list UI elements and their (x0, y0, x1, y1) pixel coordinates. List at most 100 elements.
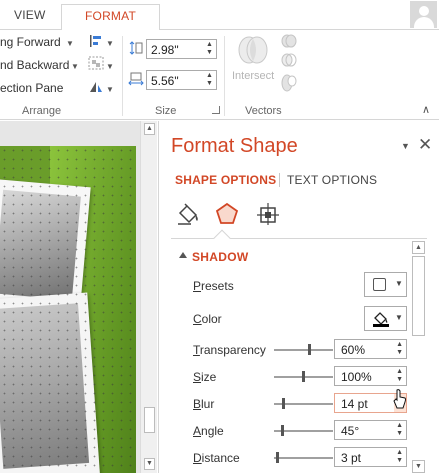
scroll-down-arrow[interactable]: ▼ (144, 458, 155, 470)
group-icon[interactable] (88, 56, 104, 70)
distance-label: Distance (193, 451, 240, 465)
group-divider (224, 36, 225, 116)
distance-slider[interactable] (274, 452, 333, 463)
size-down[interactable]: ▼ (396, 376, 403, 383)
angle-up[interactable]: ▲ (396, 422, 403, 429)
combine-icon[interactable] (280, 33, 298, 49)
angle-label-rest: ngle (201, 424, 224, 438)
close-icon[interactable]: ✕ (418, 135, 432, 155)
format-shape-pane: Format Shape ▼ ✕ SHAPE OPTIONS TEXT OPTI… (158, 121, 439, 473)
selection-pane-button[interactable]: ection Pane (0, 81, 63, 95)
size-slider[interactable] (274, 371, 333, 382)
transparency-down[interactable]: ▼ (396, 349, 403, 356)
angle-down[interactable]: ▼ (396, 430, 403, 437)
group-dropdown[interactable]: ▼ (106, 62, 114, 71)
rotate-dropdown[interactable]: ▼ (106, 85, 114, 94)
tab-format[interactable]: FORMAT (61, 4, 160, 31)
avatar-head-shape (419, 6, 429, 16)
size-value: 100% (341, 370, 372, 384)
shape-width-down[interactable]: ▼ (206, 80, 213, 87)
align-dropdown[interactable]: ▼ (106, 39, 114, 48)
blur-slider-thumb[interactable] (282, 398, 285, 409)
shape-width-field[interactable]: 5.56" ▲ ▼ (146, 70, 217, 90)
shape-height-value: 2.98" (151, 43, 179, 57)
blur-value: 14 pt (341, 397, 368, 411)
shape-width-up[interactable]: ▲ (206, 72, 213, 79)
size-up[interactable]: ▲ (396, 368, 403, 375)
distance-up[interactable]: ▲ (396, 449, 403, 456)
group-divider (122, 36, 123, 116)
presets-dropdown[interactable]: ▼ (364, 272, 407, 297)
shape-height-icon (129, 41, 143, 55)
tab-view[interactable]: VIEW (6, 4, 53, 30)
transparency-value: 60% (341, 343, 366, 357)
size-properties-icon[interactable] (255, 201, 281, 227)
shape-height-up[interactable]: ▲ (206, 41, 213, 48)
size-slider-thumb[interactable] (302, 371, 305, 382)
transparency-slider-thumb[interactable] (308, 344, 311, 355)
presets-label: Presets (193, 279, 234, 293)
rotate-icon[interactable] (88, 79, 104, 93)
bring-forward-button[interactable]: ng Forward (0, 35, 61, 49)
color-label-rest: olor (201, 312, 222, 326)
distance-access-key: D (193, 451, 202, 465)
vectors-group-label: Vectors (245, 105, 282, 117)
transparency-up[interactable]: ▲ (396, 341, 403, 348)
tab-text-options[interactable]: TEXT OPTIONS (287, 173, 377, 187)
transparency-access-key: T (193, 343, 200, 357)
pane-options-dropdown[interactable]: ▼ (401, 141, 410, 151)
color-access-key: C (193, 312, 202, 326)
transparency-label-rest: ransparency (199, 343, 266, 357)
distance-field[interactable]: 3 pt ▲ ▼ (334, 447, 407, 467)
transparency-slider[interactable] (274, 344, 333, 355)
distance-label-rest: istance (201, 451, 240, 465)
color-dropdown[interactable]: ▼ (364, 306, 407, 331)
size-access-key: S (193, 370, 202, 384)
pane-title: Format Shape (171, 135, 298, 157)
gridlines-overlay (0, 146, 136, 473)
scroll-up-arrow[interactable]: ▲ (144, 123, 155, 135)
size-dialog-launcher[interactable] (212, 106, 220, 114)
chevron-down-icon: ▼ (395, 279, 403, 288)
transparency-field[interactable]: 60% ▲ ▼ (334, 339, 407, 359)
pane-scroll-down-arrow[interactable]: ▼ (412, 460, 425, 473)
shape-height-down[interactable]: ▼ (206, 49, 213, 56)
angle-label: Angle (193, 424, 224, 438)
scroll-thumb[interactable] (144, 407, 155, 433)
blur-access-key: B (193, 397, 202, 411)
align-icon[interactable] (88, 34, 104, 48)
pane-scrollbar[interactable]: ▲ ▼ (412, 241, 425, 473)
chevron-down-icon: ▼ (395, 313, 403, 322)
user-avatar[interactable] (410, 1, 437, 28)
intersect-icon[interactable] (236, 33, 270, 67)
tab-shape-options[interactable]: SHAPE OPTIONS (175, 173, 276, 187)
send-backward-dropdown[interactable]: ▼ (71, 62, 79, 71)
paint-bucket-icon (373, 312, 389, 327)
pane-scroll-thumb[interactable] (412, 256, 425, 336)
shadow-properties: SHADOW Presets ▼ Color ▼ Transparency 60… (159, 239, 439, 473)
collapse-section-icon[interactable] (179, 252, 187, 258)
fragment-icon[interactable] (280, 52, 298, 68)
subtract-icon[interactable] (280, 72, 298, 94)
distance-down[interactable]: ▼ (396, 457, 403, 464)
pentagon-icon[interactable] (214, 201, 240, 227)
angle-field[interactable]: 45° ▲ ▼ (334, 420, 407, 440)
paint-bucket-icon[interactable] (175, 201, 201, 227)
ribbon: ng Forward ▼ nd Backward ▼ ection Pane ▼… (0, 30, 439, 120)
distance-slider-thumb[interactable] (276, 452, 279, 463)
canvas-scrollbar[interactable]: ▲ ▼ (140, 121, 157, 473)
pane-scroll-up-arrow[interactable]: ▲ (412, 241, 425, 254)
shadow-section-header[interactable]: SHADOW (192, 250, 248, 264)
angle-slider[interactable] (274, 425, 333, 436)
color-label: Color (193, 312, 222, 326)
size-field[interactable]: 100% ▲ ▼ (334, 366, 407, 386)
blur-slider[interactable] (274, 398, 333, 409)
send-backward-button[interactable]: nd Backward (0, 58, 69, 72)
arrange-group-label: Arrange (22, 105, 62, 117)
distance-value: 3 pt (341, 451, 362, 465)
bring-forward-dropdown[interactable]: ▼ (66, 39, 74, 48)
collapse-ribbon-icon[interactable]: ∧ (422, 103, 430, 116)
angle-slider-thumb[interactable] (281, 425, 284, 436)
shape-height-field[interactable]: 2.98" ▲ ▼ (146, 39, 217, 59)
size-label-rest: ize (201, 370, 217, 384)
